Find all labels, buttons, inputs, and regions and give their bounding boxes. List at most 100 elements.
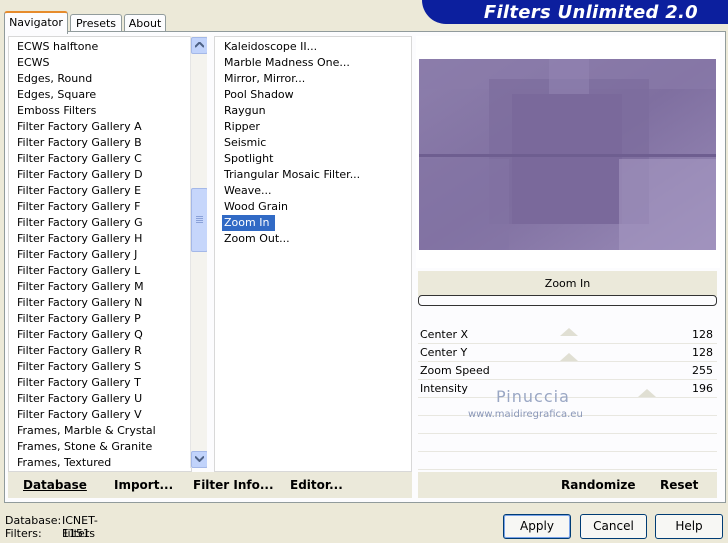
help-button[interactable]: Help — [655, 514, 723, 539]
category-item-label: Filter Factory Gallery B — [17, 136, 142, 149]
param-row[interactable]: Zoom Speed 255 — [418, 362, 717, 380]
category-scrollbar[interactable] — [190, 36, 208, 468]
category-item-label: ECWS — [17, 56, 50, 69]
filter-item-label: Kaleidoscope II... — [224, 40, 318, 53]
category-item-label: Frames, Stone & Granite — [17, 440, 153, 453]
category-item-label: ECWS halftone — [17, 40, 99, 53]
category-item[interactable]: Filter Factory Gallery R — [9, 343, 191, 359]
banner-title: Filters Unlimited 2.0 — [483, 2, 698, 23]
category-item[interactable]: Filter Factory Gallery G — [9, 215, 191, 231]
scroll-up-button[interactable] — [191, 37, 208, 54]
tab-navigator[interactable]: Navigator — [4, 11, 68, 34]
tab-about[interactable]: About — [124, 14, 166, 32]
category-item-label: Filter Factory Gallery E — [17, 184, 142, 197]
filter-item-label: Weave... — [224, 184, 272, 197]
filter-item[interactable]: Seismic — [215, 135, 411, 151]
category-item[interactable]: Filter Factory Gallery H — [9, 231, 191, 247]
chevron-up-icon — [195, 42, 204, 48]
filter-item[interactable]: Triangular Mosaic Filter... — [215, 167, 411, 183]
category-item[interactable]: Edges, Round — [9, 71, 191, 87]
category-item-label: Filter Factory Gallery N — [17, 296, 143, 309]
filter-item-label: Triangular Mosaic Filter... — [224, 168, 361, 181]
category-item[interactable]: Filter Factory Gallery Q — [9, 327, 191, 343]
category-item-label: Filter Factory Gallery D — [17, 168, 143, 181]
database-button[interactable]: Database — [23, 472, 87, 498]
reset-button[interactable]: Reset — [660, 472, 698, 498]
editor-button[interactable]: Editor... — [290, 472, 343, 498]
category-item[interactable]: ECWS halftone — [9, 39, 191, 55]
filter-item[interactable]: Kaleidoscope II... — [215, 39, 411, 55]
scroll-thumb[interactable] — [191, 188, 208, 252]
category-item[interactable]: Filter Factory Gallery B — [9, 135, 191, 151]
filter-item[interactable]: Pool Shadow — [215, 87, 411, 103]
status-filters: Filters: 1151 — [5, 527, 90, 540]
category-item-label: Filter Factory Gallery C — [17, 152, 142, 165]
category-list[interactable]: ECWS halftone ECWS Edges, Round Edges, Squa… — [8, 36, 192, 472]
filter-item-label: Zoom In — [222, 215, 276, 231]
category-item[interactable]: Filter Factory Gallery M — [9, 279, 191, 295]
category-item-label: Frames, Textured — [17, 456, 112, 469]
param-row[interactable]: Center X 128 — [418, 326, 717, 344]
apply-button[interactable]: Apply — [503, 514, 571, 539]
filter-item[interactable]: Zoom Out... — [215, 231, 411, 247]
category-item-label: Filter Factory Gallery Q — [17, 328, 143, 341]
category-item[interactable]: Filter Factory Gallery C — [9, 151, 191, 167]
filter-item-label: Pool Shadow — [224, 88, 294, 101]
filters-label: Filters: — [5, 527, 42, 540]
category-item[interactable]: ECWS — [9, 55, 191, 71]
category-item[interactable]: Filter Factory Gallery U — [9, 391, 191, 407]
randomize-button[interactable]: Randomize — [561, 472, 635, 498]
category-item[interactable]: Filter Factory Gallery P — [9, 311, 191, 327]
category-item-label: Edges, Square — [17, 88, 97, 101]
category-item[interactable]: Emboss Filters — [9, 103, 191, 119]
filter-item-label: Mirror, Mirror... — [224, 72, 306, 85]
right-toolbar: Randomize Reset — [418, 472, 717, 498]
category-item[interactable]: Frames, Marble & Crystal — [9, 423, 191, 439]
param-row[interactable]: Center Y 128 — [418, 344, 717, 362]
category-item[interactable]: Filter Factory Gallery D — [9, 167, 191, 183]
filter-item[interactable]: Wood Grain — [215, 199, 411, 215]
tab-presets[interactable]: Presets — [70, 14, 122, 32]
status-database: Database: ICNET-Filters — [5, 514, 98, 540]
category-item[interactable]: Filter Factory Gallery L — [9, 263, 191, 279]
category-item[interactable]: Filter Factory Gallery N — [9, 295, 191, 311]
param-row-empty — [418, 434, 717, 452]
category-item[interactable]: Filter Factory Gallery E — [9, 183, 191, 199]
import-button[interactable]: Import... — [114, 472, 173, 498]
progress-bar — [418, 295, 717, 306]
filter-item[interactable]: Spotlight — [215, 151, 411, 167]
category-item-label: Filter Factory Gallery L — [17, 264, 141, 277]
filter-item[interactable]: Raygun — [215, 103, 411, 119]
category-item[interactable]: Filter Factory Gallery S — [9, 359, 191, 375]
filter-item[interactable]: Mirror, Mirror... — [215, 71, 411, 87]
category-item[interactable]: Filter Factory Gallery T — [9, 375, 191, 391]
filter-list[interactable]: Kaleidoscope II... Marble Madness One... M… — [214, 36, 412, 472]
category-item[interactable]: Frames, Textured — [9, 455, 191, 471]
filter-item-label: Raygun — [224, 104, 266, 117]
filter-item[interactable]: Weave... — [215, 183, 411, 199]
left-toolbar: Database Import... Filter Info... Editor… — [8, 472, 412, 498]
filter-item[interactable]: Marble Madness One... — [215, 55, 411, 71]
cancel-button[interactable]: Cancel — [580, 514, 647, 539]
filter-item-label: Spotlight — [224, 152, 274, 165]
category-item[interactable]: Frames, Stone & Granite — [9, 439, 191, 455]
category-item-label: Frames, Marble & Crystal — [17, 424, 156, 437]
category-item-label: Filter Factory Gallery S — [17, 360, 142, 373]
title-banner: Filters Unlimited 2.0 — [422, 0, 728, 24]
filter-item-label: Seismic — [224, 136, 267, 149]
scroll-down-button[interactable] — [191, 451, 208, 468]
category-item-label: Filter Factory Gallery U — [17, 392, 143, 405]
category-item-label: Filter Factory Gallery V — [17, 408, 142, 421]
category-item-label: Filter Factory Gallery A — [17, 120, 142, 133]
watermark-url: www.maidiregrafica.eu — [468, 409, 583, 420]
category-item[interactable]: Edges, Square — [9, 87, 191, 103]
filter-info-button[interactable]: Filter Info... — [193, 472, 274, 498]
category-item-label: Filter Factory Gallery J — [17, 248, 138, 261]
category-item[interactable]: Filter Factory Gallery V — [9, 407, 191, 423]
filter-item[interactable]: Zoom In — [215, 215, 411, 231]
category-item[interactable]: Filter Factory Gallery J — [9, 247, 191, 263]
category-item[interactable]: Filter Factory Gallery A — [9, 119, 191, 135]
category-item-label: Filter Factory Gallery M — [17, 280, 144, 293]
filter-item[interactable]: Ripper — [215, 119, 411, 135]
category-item[interactable]: Filter Factory Gallery F — [9, 199, 191, 215]
